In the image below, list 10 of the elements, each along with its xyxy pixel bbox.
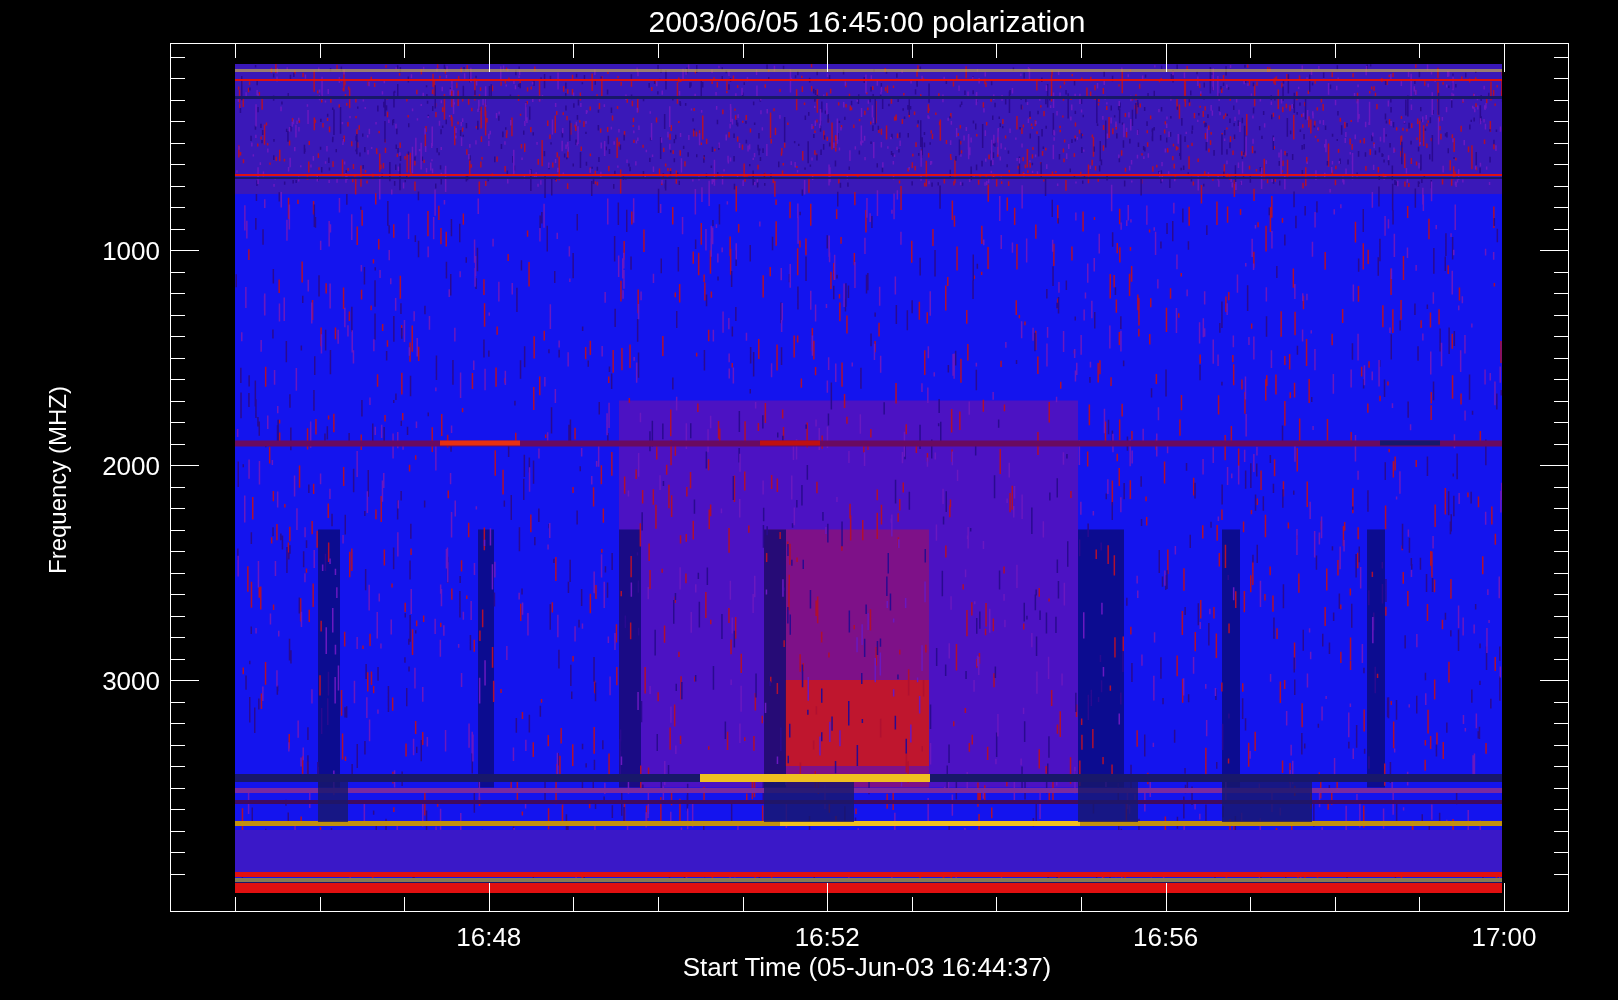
chart-title: 2003/06/05 16:45:00 polarization	[648, 5, 1086, 38]
tick-label: 2000	[102, 451, 160, 481]
tick-label: 16:56	[1133, 922, 1199, 952]
tick-label: 16:48	[456, 922, 522, 952]
tick-label: 1000	[102, 236, 160, 266]
axis-label: Frequency (MHZ)	[44, 386, 71, 574]
axis-label: Start Time (05-Jun-03 16:44:37)	[682, 952, 1052, 982]
tick-label: 17:00	[1471, 922, 1537, 952]
tick-label: 16:52	[794, 922, 860, 952]
tick-label: 3000	[102, 666, 160, 696]
